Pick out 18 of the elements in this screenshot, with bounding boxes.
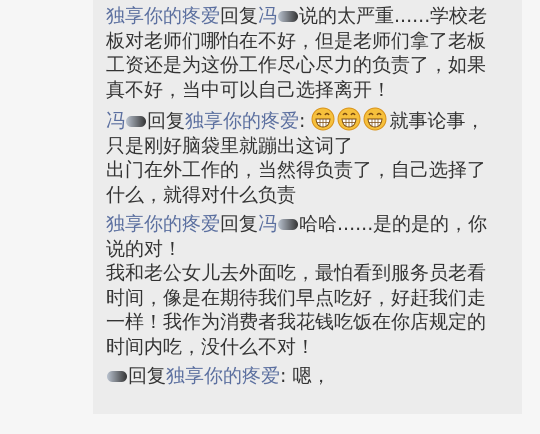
username-link[interactable]: 独享你的疼爱 [166, 365, 280, 387]
reply-comment: 回复独享你的疼爱: 嗯， [106, 364, 502, 388]
reply-comment: 独享你的疼爱回复冯 哈哈......是的是的，你说的对！ 我和老公女儿去外面吃，最怕看到服务员老看时间，像是在期待我们早点吃好，好赶我们走一样！我作为消费者我花钱吃饭在你店规定的时间内吃，没什么不对！ [106, 212, 488, 359]
username-link[interactable]: 冯 [258, 5, 277, 27]
redaction-mark [278, 219, 298, 230]
username-link[interactable]: 独享你的疼爱 [185, 110, 299, 132]
username-link[interactable]: 冯 [106, 110, 125, 132]
username-link[interactable]: 独享你的疼爱 [106, 213, 220, 235]
grinning-face-icon [311, 107, 336, 131]
reply-comment: 独享你的疼爱回复冯 说的太严重......学校老板对老师们哪怕在不好，但是老师们拿了老板工资还是为这份工作尽心尽力的负责了，如果真不好，当中可以自己选择离开！ [106, 4, 488, 102]
username-link[interactable]: 冯 [258, 213, 277, 235]
redaction-mark [278, 11, 298, 22]
redaction-mark [107, 371, 127, 382]
grinning-face-icon [363, 107, 388, 131]
redaction-mark [126, 116, 146, 128]
reply-comment: 冯 回复独享你的疼爱: 就事论事，只是刚好脑袋里就蹦出这词了 出门在外工作的，当然得负责了，自己选择了什么，就得对什么负责 [106, 107, 502, 207]
username-link[interactable]: 独享你的疼爱 [106, 5, 220, 27]
grinning-face-icon [337, 107, 362, 131]
